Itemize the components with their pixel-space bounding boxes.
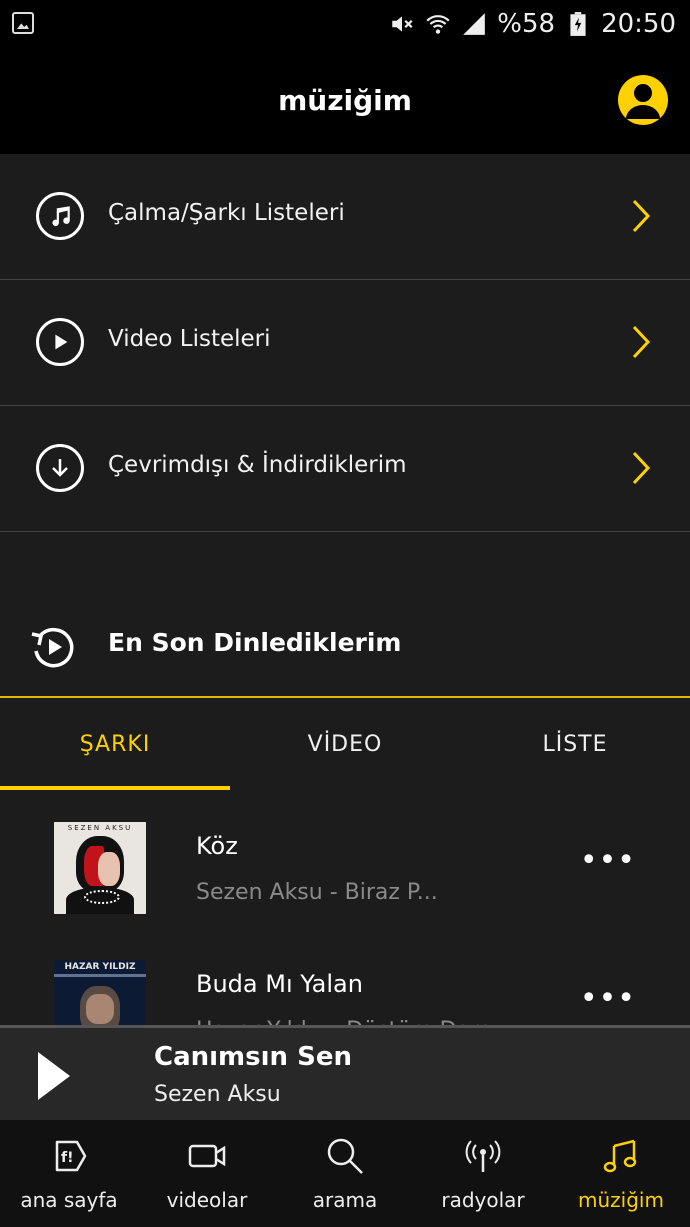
profile-avatar-button[interactable] [618,75,668,125]
recently-played-section: En Son Dinlediklerim [0,600,690,698]
menu-item-offline-downloads[interactable]: Çevrimdışı & İndirdiklerim [0,406,690,532]
signal-icon [463,13,486,35]
nav-label: ana sayfa [20,1188,118,1212]
download-circle-icon [36,444,84,492]
play-icon[interactable] [38,1052,70,1100]
gallery-notification-icon [12,12,34,34]
clock: 20:50 [601,9,676,39]
chevron-right-icon [632,451,651,485]
status-bar: %58 20:50 [0,0,690,50]
music-note-icon [36,192,84,240]
menu-item-label: Video Listeleri [108,326,271,352]
list-item[interactable]: HAZAR YILDIZ Buda Mı Yalan Hazar Yıldız … [0,932,690,1026]
song-subtitle: Sezen Aksu - Biraz P... [196,880,438,905]
song-title: Buda Mı Yalan [196,970,363,998]
album-cover: HAZAR YILDIZ [54,960,146,1026]
fizy-logo-icon: f! [55,1140,87,1172]
recent-tabs: ŞARKI VİDEO LİSTE [0,698,690,794]
search-icon [327,1138,363,1174]
svg-text:f!: f! [61,1150,73,1166]
nav-label: videolar [166,1188,248,1212]
more-options-button[interactable]: ••• [580,846,636,876]
music-note-icon [603,1139,637,1173]
section-title: En Son Dinlediklerim [108,628,402,657]
song-title: Köz [196,832,238,860]
mini-player[interactable]: Canımsın Sen Sezen Aksu [0,1025,690,1120]
nav-my-music[interactable]: müziğim [552,1120,690,1227]
tab-video[interactable]: VİDEO [230,732,460,757]
menu-item-label: Çevrimdışı & İndirdiklerim [108,452,407,478]
bottom-navigation: f! ana sayfa videolar arama radyolar müz… [0,1120,690,1227]
chevron-right-icon [632,325,651,359]
menu-item-playlists[interactable]: Çalma/Şarkı Listeleri [0,154,690,280]
menu-item-label: Çalma/Şarkı Listeleri [108,200,345,226]
wifi-icon [426,15,450,34]
nav-label: arama [312,1188,378,1212]
video-camera-icon [188,1144,226,1168]
cover-text: HAZAR YILDIZ [64,962,136,972]
more-options-button[interactable]: ••• [580,984,636,1014]
user-icon [626,84,660,119]
nav-label: radyolar [441,1188,525,1212]
mute-icon [392,16,413,32]
play-circle-icon [36,318,84,366]
album-cover: SEZEN AKSU [54,822,146,914]
menu-item-video-lists[interactable]: Video Listeleri [0,280,690,406]
now-playing-artist: Sezen Aksu [154,1082,281,1107]
nav-radios[interactable]: radyolar [414,1120,552,1227]
song-list[interactable]: SEZEN AKSU Köz Sezen Aksu - Biraz P... •… [0,794,690,1026]
chevron-right-icon [632,199,651,233]
page-title: müziğim [278,84,412,117]
history-play-icon [31,628,74,668]
cover-text: SEZEN AKSU [67,824,133,832]
nav-home[interactable]: f! ana sayfa [0,1120,138,1227]
tab-list[interactable]: LİSTE [460,732,690,757]
list-item[interactable]: SEZEN AKSU Köz Sezen Aksu - Biraz P... •… [0,794,690,932]
now-playing-title: Canımsın Sen [154,1042,352,1072]
nav-search[interactable]: arama [276,1120,414,1227]
battery-percent: %58 [497,9,556,39]
app-header: müziğim [0,50,690,154]
radio-antenna-icon [465,1140,501,1172]
active-tab-indicator [0,786,230,790]
tab-song[interactable]: ŞARKI [0,732,230,757]
nav-label: müziğim [578,1188,664,1212]
battery-charging-icon [570,12,586,36]
nav-videos[interactable]: videolar [138,1120,276,1227]
